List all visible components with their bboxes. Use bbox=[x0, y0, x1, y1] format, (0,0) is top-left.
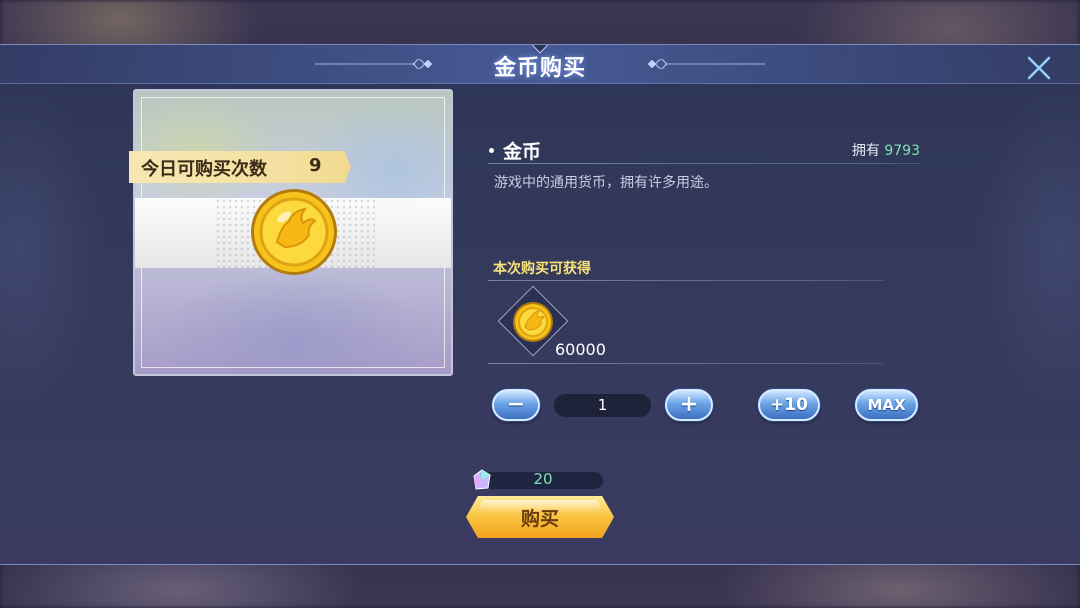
cost-value: 20 bbox=[533, 470, 553, 488]
quantity-value[interactable]: 1 bbox=[554, 394, 651, 417]
max-label: MAX bbox=[867, 396, 906, 414]
reward-divider-top bbox=[488, 280, 883, 281]
title-bar: 金币购买 bbox=[0, 45, 1080, 84]
plus-ten-button[interactable]: +10 bbox=[758, 389, 820, 421]
decrease-quantity-button[interactable]: − bbox=[492, 389, 540, 421]
gold-coin-icon bbox=[251, 189, 337, 275]
gold-coin-icon bbox=[513, 302, 553, 342]
reward-section-label: 本次购买可获得 bbox=[493, 261, 591, 277]
daily-limit-value: 9 bbox=[309, 155, 322, 176]
reward-quantity: 60000 bbox=[555, 340, 606, 359]
dialog-title: 金币购买 bbox=[493, 56, 586, 81]
daily-limit-label: 今日可购买次数 bbox=[141, 159, 267, 180]
owned-label: 拥有 bbox=[851, 143, 880, 159]
max-quantity-button[interactable]: MAX bbox=[855, 389, 918, 421]
bullet-icon bbox=[489, 148, 494, 153]
increase-quantity-button[interactable]: + bbox=[665, 389, 713, 421]
title-ornament-right bbox=[647, 59, 765, 69]
plus-label: + bbox=[679, 392, 699, 417]
owned-value: 9793 bbox=[884, 143, 920, 159]
item-name-divider bbox=[488, 163, 920, 164]
daily-limit-tag: 今日可购买次数 9 bbox=[129, 151, 351, 183]
plus-ten-label: +10 bbox=[770, 395, 808, 415]
item-description: 游戏中的通用货币，拥有许多用途。 bbox=[494, 175, 718, 191]
owned-count: 拥有 9793 bbox=[800, 140, 920, 160]
close-icon[interactable] bbox=[1024, 53, 1054, 83]
minus-label: − bbox=[506, 392, 526, 417]
buy-button-label: 购买 bbox=[520, 508, 559, 530]
buy-button[interactable]: 购买 bbox=[466, 496, 614, 538]
item-preview-panel bbox=[133, 89, 453, 376]
reward-divider-bottom bbox=[488, 363, 883, 364]
item-name: 金币 bbox=[503, 141, 542, 163]
